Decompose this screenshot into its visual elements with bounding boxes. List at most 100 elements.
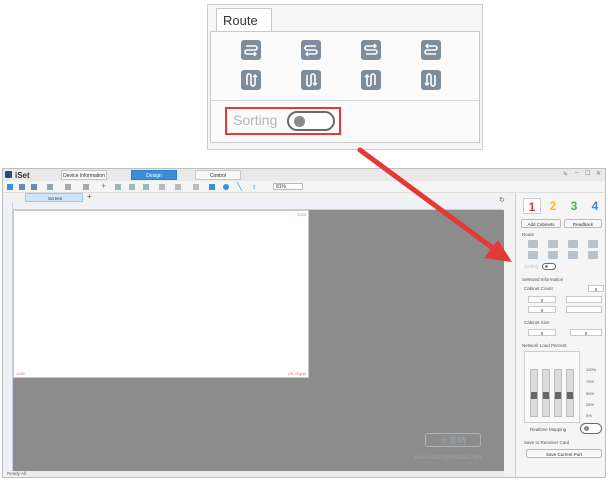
route-snake-h-3-icon[interactable]: [361, 40, 381, 60]
paint-icon[interactable]: ♁: [251, 182, 257, 191]
card-tab-1[interactable]: 1: [523, 198, 541, 214]
cabinet-y-field[interactable]: [566, 306, 602, 313]
route-label: Route: [522, 232, 535, 237]
watermark-logo: 卡莱特: [425, 433, 481, 447]
panel-sorting-toggle[interactable]: [542, 263, 556, 270]
route-snake-v-2-icon[interactable]: [301, 70, 321, 90]
save-current-port-button[interactable]: Save Current Port: [526, 449, 602, 458]
undo-icon[interactable]: [65, 184, 71, 190]
zoom-select[interactable]: 81%: [273, 183, 303, 190]
open-icon[interactable]: [19, 184, 25, 190]
sorting-label: Sorting: [233, 112, 278, 128]
fit-icon[interactable]: [193, 184, 199, 190]
cabinet-count-label: Cabinet Count: [524, 286, 553, 291]
card-tab-4[interactable]: 4: [586, 198, 604, 214]
toggle-knob: [545, 265, 548, 268]
screen-height-label: 1080: [16, 371, 25, 376]
network-load-label: Network Load Percent: [522, 343, 567, 348]
route-mini-4-icon[interactable]: [588, 240, 598, 248]
divider: [211, 100, 479, 101]
port-3-fader: [554, 369, 562, 417]
cabinet-col-field[interactable]: 0: [528, 296, 556, 303]
route-tab[interactable]: Route: [216, 8, 272, 32]
cabinet-height-field[interactable]: 0: [570, 329, 602, 336]
add-icon[interactable]: +: [101, 181, 106, 191]
new-icon[interactable]: [7, 184, 13, 190]
save-icon[interactable]: [31, 184, 37, 190]
route-snake-h-1-icon[interactable]: [241, 40, 261, 60]
percent-100: 100%: [586, 367, 597, 372]
canvas-tab-label: Screen: [48, 196, 63, 201]
route-snake-v-3-icon[interactable]: [361, 70, 381, 90]
toolbar: + ╲ ♁ 81%: [3, 181, 605, 193]
route-snake-h-4-icon[interactable]: [421, 40, 441, 60]
zoom-value: 81%: [276, 184, 287, 190]
percent-75: 75%: [586, 379, 595, 384]
add-cabinets-button[interactable]: Add Cabinets: [521, 219, 561, 228]
route-panel: Sorting: [210, 31, 480, 143]
cabinet-width-field[interactable]: 0: [528, 329, 556, 336]
fader-knob: [555, 392, 561, 399]
delete-icon[interactable]: [143, 184, 149, 190]
copy-icon[interactable]: [115, 184, 121, 190]
left-ruler: [3, 202, 13, 471]
route-snake-v-4-icon[interactable]: [421, 70, 441, 90]
route-snake-h-2-icon[interactable]: [301, 40, 321, 60]
close-icon[interactable]: ✕: [596, 170, 601, 177]
percent-25: 25%: [586, 402, 595, 407]
cabinet-row-field[interactable]: [566, 296, 602, 303]
fader-knob: [543, 392, 549, 399]
route-mini-5-icon[interactable]: [528, 251, 538, 259]
refresh-icon[interactable]: [47, 184, 53, 190]
readback-button[interactable]: Readback: [564, 219, 602, 228]
align-icon[interactable]: [159, 184, 165, 190]
minimize-icon[interactable]: –: [575, 170, 578, 176]
right-panel: 1 2 3 4 Add Cabinets Readback Route Sort…: [515, 193, 605, 477]
title-bar: iSet Device Information Design Control ✎…: [3, 169, 605, 181]
cabinet-x-field[interactable]: 0: [528, 306, 556, 313]
port-2-fader: [542, 369, 550, 417]
route-mini-8-icon[interactable]: [588, 251, 598, 259]
settings-icon[interactable]: ✎: [563, 171, 568, 178]
canvas-tab-bar: Screen +: [11, 192, 95, 202]
route-mini-7-icon[interactable]: [568, 251, 578, 259]
screen-corner-label: (W, Right): [288, 371, 306, 376]
paste-icon[interactable]: [129, 184, 135, 190]
fader-knob: [531, 392, 537, 399]
screen-width-label: 1920: [297, 212, 306, 217]
route-mini-6-icon[interactable]: [548, 251, 558, 259]
tab-design[interactable]: Design: [131, 170, 177, 180]
refresh-canvas-icon[interactable]: ↻: [499, 196, 505, 204]
route-mini-2-icon[interactable]: [548, 240, 558, 248]
horizontal-scrollbar[interactable]: [13, 471, 504, 477]
tab-control[interactable]: Control: [195, 170, 241, 180]
tab-device-information[interactable]: Device Information: [61, 170, 107, 180]
redo-icon[interactable]: [83, 184, 89, 190]
sorting-toggle[interactable]: [287, 111, 335, 131]
maximize-icon[interactable]: ☐: [585, 170, 590, 177]
route-mini-3-icon[interactable]: [568, 240, 578, 248]
toggle-knob: [294, 116, 305, 127]
watermark-url: www.colorlightinside.com: [414, 455, 482, 461]
route-snake-v-1-icon[interactable]: [241, 70, 261, 90]
screen-region[interactable]: 1920 1080 (W, Right): [13, 210, 309, 378]
canvas-tab-screen[interactable]: Screen: [25, 193, 83, 202]
toggle-knob: [584, 426, 589, 431]
cabinet-count-field[interactable]: 0: [588, 285, 604, 292]
select-icon[interactable]: [209, 184, 215, 190]
route-mini-1-icon[interactable]: [528, 240, 538, 248]
percent-50: 50%: [586, 391, 595, 396]
card-tab-2[interactable]: 2: [544, 198, 562, 214]
realtime-mapping-toggle[interactable]: [580, 423, 602, 434]
realtime-mapping-label: Realtime Mapping: [530, 427, 567, 432]
hand-icon[interactable]: [223, 184, 229, 190]
card-tab-3[interactable]: 3: [565, 198, 583, 214]
port-4-fader: [566, 369, 574, 417]
grid-icon[interactable]: [175, 184, 181, 190]
add-canvas-icon[interactable]: +: [87, 192, 92, 201]
cabinet-size-label: Cabinet Size: [524, 320, 550, 325]
fader-knob: [567, 392, 573, 399]
iset-window: iSet Device Information Design Control ✎…: [2, 168, 606, 478]
line-icon[interactable]: ╲: [237, 182, 242, 191]
sorting-highlight-box: Sorting: [225, 107, 341, 135]
